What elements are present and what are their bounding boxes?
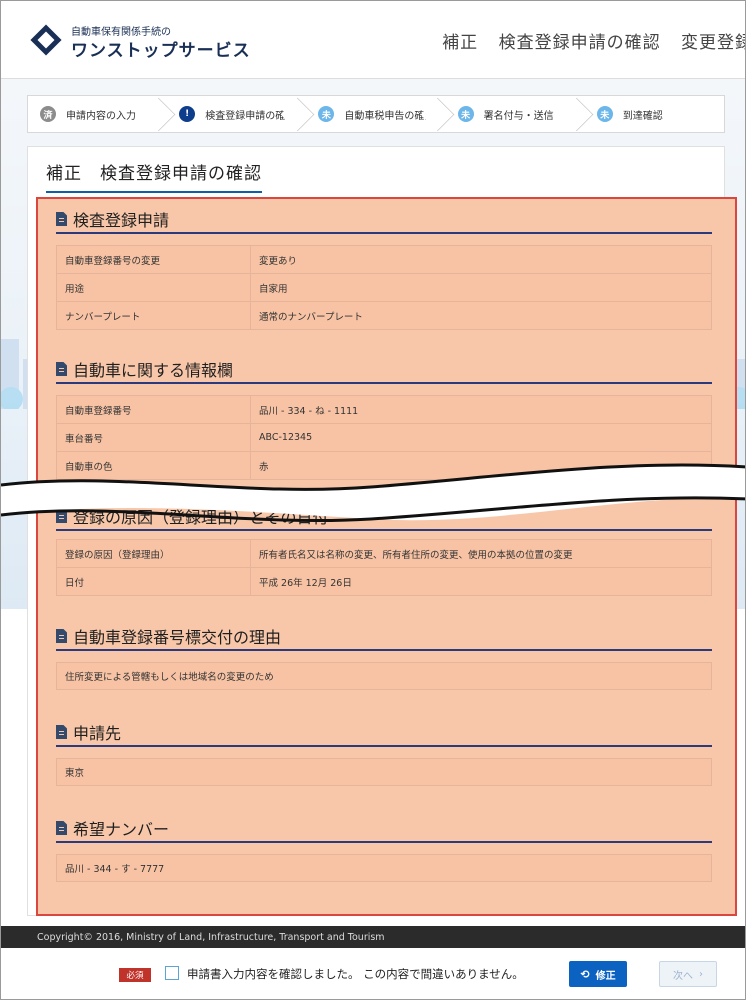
row-key: 自動車登録番号 bbox=[56, 395, 251, 424]
section-divider bbox=[56, 382, 712, 384]
row-key: 自動車登録番号の変更 bbox=[56, 245, 251, 274]
section-title: 自動車登録番号標交付の理由 bbox=[56, 624, 281, 648]
section-divider bbox=[56, 649, 712, 651]
table-row: 登録の原因（登録理由） 所有者氏名又は名称の変更、所有者住所の変更、使用の本拠の位… bbox=[56, 539, 712, 568]
document-icon bbox=[56, 725, 67, 739]
step-input: 済 申請内容の入力 bbox=[28, 96, 167, 132]
todo-badge-icon: 未 bbox=[318, 106, 335, 122]
step-label: 申請内容の入力 bbox=[66, 110, 136, 122]
step-label: 署名付与・送信 bbox=[483, 110, 554, 122]
confirm-checkbox[interactable] bbox=[165, 966, 179, 980]
section-title-text: 申請先 bbox=[73, 724, 122, 743]
info-table: 登録の原因（登録理由） 所有者氏名又は名称の変更、所有者住所の変更、使用の本拠の位… bbox=[56, 539, 712, 596]
document-icon bbox=[56, 821, 67, 835]
section-title: 希望ナンバー bbox=[56, 816, 169, 840]
row-value: 所有者氏名又は名称の変更、所有者住所の変更、使用の本拠の位置の変更 bbox=[250, 539, 712, 568]
chevron-right-icon: › bbox=[699, 968, 703, 980]
done-badge-icon: 済 bbox=[40, 106, 56, 122]
step-arrival-confirm: 未 到達確認 bbox=[585, 96, 724, 132]
page-heading: 補正 検査登録申請の確認 変更登録 bbox=[428, 28, 746, 53]
step-label: 到達確認 bbox=[622, 110, 663, 122]
row-key: 用途 bbox=[56, 273, 251, 302]
heading-part-2: 検査登録申請の確認 bbox=[498, 33, 661, 53]
table-row: 自動車登録番号 品川 - 334 - ね - 1111 bbox=[56, 395, 712, 424]
required-badge: 必須 bbox=[119, 968, 151, 982]
row-key: 車台番号 bbox=[56, 423, 251, 452]
heading-part-3: 変更登録 bbox=[681, 33, 746, 53]
next-button-label: 次へ bbox=[673, 970, 693, 982]
table-row: 自動車登録番号の変更 変更あり bbox=[56, 245, 712, 274]
row-value: 変更あり bbox=[250, 245, 712, 274]
logo-icon bbox=[30, 24, 62, 56]
info-table: 自動車登録番号の変更 変更あり 用途 自家用 ナンバープレート 通常のナンバープレート bbox=[56, 245, 712, 330]
action-bar: 必須 申請書入力内容を確認しました。 この内容で間違いありません。 ⟲ 修正 次… bbox=[1, 948, 745, 999]
fix-button-label: 修正 bbox=[595, 970, 616, 982]
value-box: 東京 bbox=[56, 758, 712, 786]
highlight-region: 検査登録申請 自動車登録番号の変更 変更あり 用途 自家用 ナンバープレート 通常のナ… bbox=[36, 197, 737, 916]
step-tax-confirm: 未 自動車税申告の確認 bbox=[306, 96, 445, 132]
section-title: 自動車に関する情報欄 bbox=[56, 357, 233, 381]
section-title: 検査登録申請 bbox=[56, 207, 169, 231]
fix-button[interactable]: ⟲ 修正 bbox=[569, 961, 627, 987]
section-title-text: 希望ナンバー bbox=[73, 820, 170, 839]
logo-title: ワンストップサービス bbox=[71, 41, 251, 61]
section-title-text: 自動車に関する情報欄 bbox=[73, 361, 234, 380]
row-key: ナンバープレート bbox=[56, 301, 251, 330]
undo-icon: ⟲ bbox=[580, 967, 590, 981]
row-value: 平成 26年 12月 26日 bbox=[250, 567, 712, 596]
row-key: 登録の原因（登録理由） bbox=[56, 539, 251, 568]
step-label: 自動車税申告の確認 bbox=[344, 110, 435, 122]
step-label: 検査登録申請の確認 bbox=[205, 110, 296, 122]
current-badge-icon: ! bbox=[179, 106, 196, 122]
table-row: 用途 自家用 bbox=[56, 273, 712, 302]
section-divider bbox=[56, 232, 712, 234]
site-header: 自動車保有関係手続の ワンストップサービス 補正 検査登録申請の確認 変更登録 bbox=[1, 1, 746, 79]
main-title: 補正 検査登録申請の確認 bbox=[46, 159, 262, 193]
row-value: 自家用 bbox=[250, 273, 712, 302]
page-frame: 自動車保有関係手続の ワンストップサービス 補正 検査登録申請の確認 変更登録 … bbox=[0, 0, 746, 1000]
todo-badge-icon: 未 bbox=[457, 106, 474, 122]
step-sign-send: 未 署名付与・送信 bbox=[446, 96, 585, 132]
section-title-text: 自動車登録番号標交付の理由 bbox=[73, 628, 282, 647]
document-icon bbox=[56, 212, 67, 226]
confirm-checkbox-label[interactable]: 申請書入力内容を確認しました。 この内容で間違いありません。 bbox=[187, 966, 524, 982]
document-icon bbox=[56, 362, 67, 376]
table-row: 車台番号 ABC-12345 bbox=[56, 423, 712, 452]
section-title-text: 検査登録申請 bbox=[73, 211, 170, 230]
heading-part-1: 補正 bbox=[442, 33, 479, 53]
next-button[interactable]: 次へ › bbox=[659, 961, 717, 987]
section-divider bbox=[56, 841, 712, 843]
row-value: ABC-12345 bbox=[250, 423, 712, 452]
section-divider bbox=[56, 745, 712, 747]
section-title: 申請先 bbox=[56, 720, 121, 744]
progress-steps: 済 申請内容の入力 ! 検査登録申請の確認 未 自動車税申告の確認 未 署名付与… bbox=[27, 95, 725, 133]
todo-badge-icon: 未 bbox=[596, 106, 613, 122]
row-value: 通常のナンバープレート bbox=[250, 301, 712, 330]
step-registration-confirm: ! 検査登録申請の確認 bbox=[167, 96, 306, 132]
table-row: 日付 平成 26年 12月 26日 bbox=[56, 567, 712, 596]
value-box: 品川 - 344 - す - 7777 bbox=[56, 854, 712, 882]
copyright-bar: Copyright© 2016, Ministry of Land, Infra… bbox=[1, 926, 745, 948]
document-icon bbox=[56, 629, 67, 643]
table-row: ナンバープレート 通常のナンバープレート bbox=[56, 301, 712, 330]
page-break-graphic bbox=[1, 463, 745, 523]
value-box: 住所変更による管轄もしくは地域名の変更のため bbox=[56, 662, 712, 690]
row-value: 品川 - 334 - ね - 1111 bbox=[250, 395, 712, 424]
row-key: 日付 bbox=[56, 567, 251, 596]
